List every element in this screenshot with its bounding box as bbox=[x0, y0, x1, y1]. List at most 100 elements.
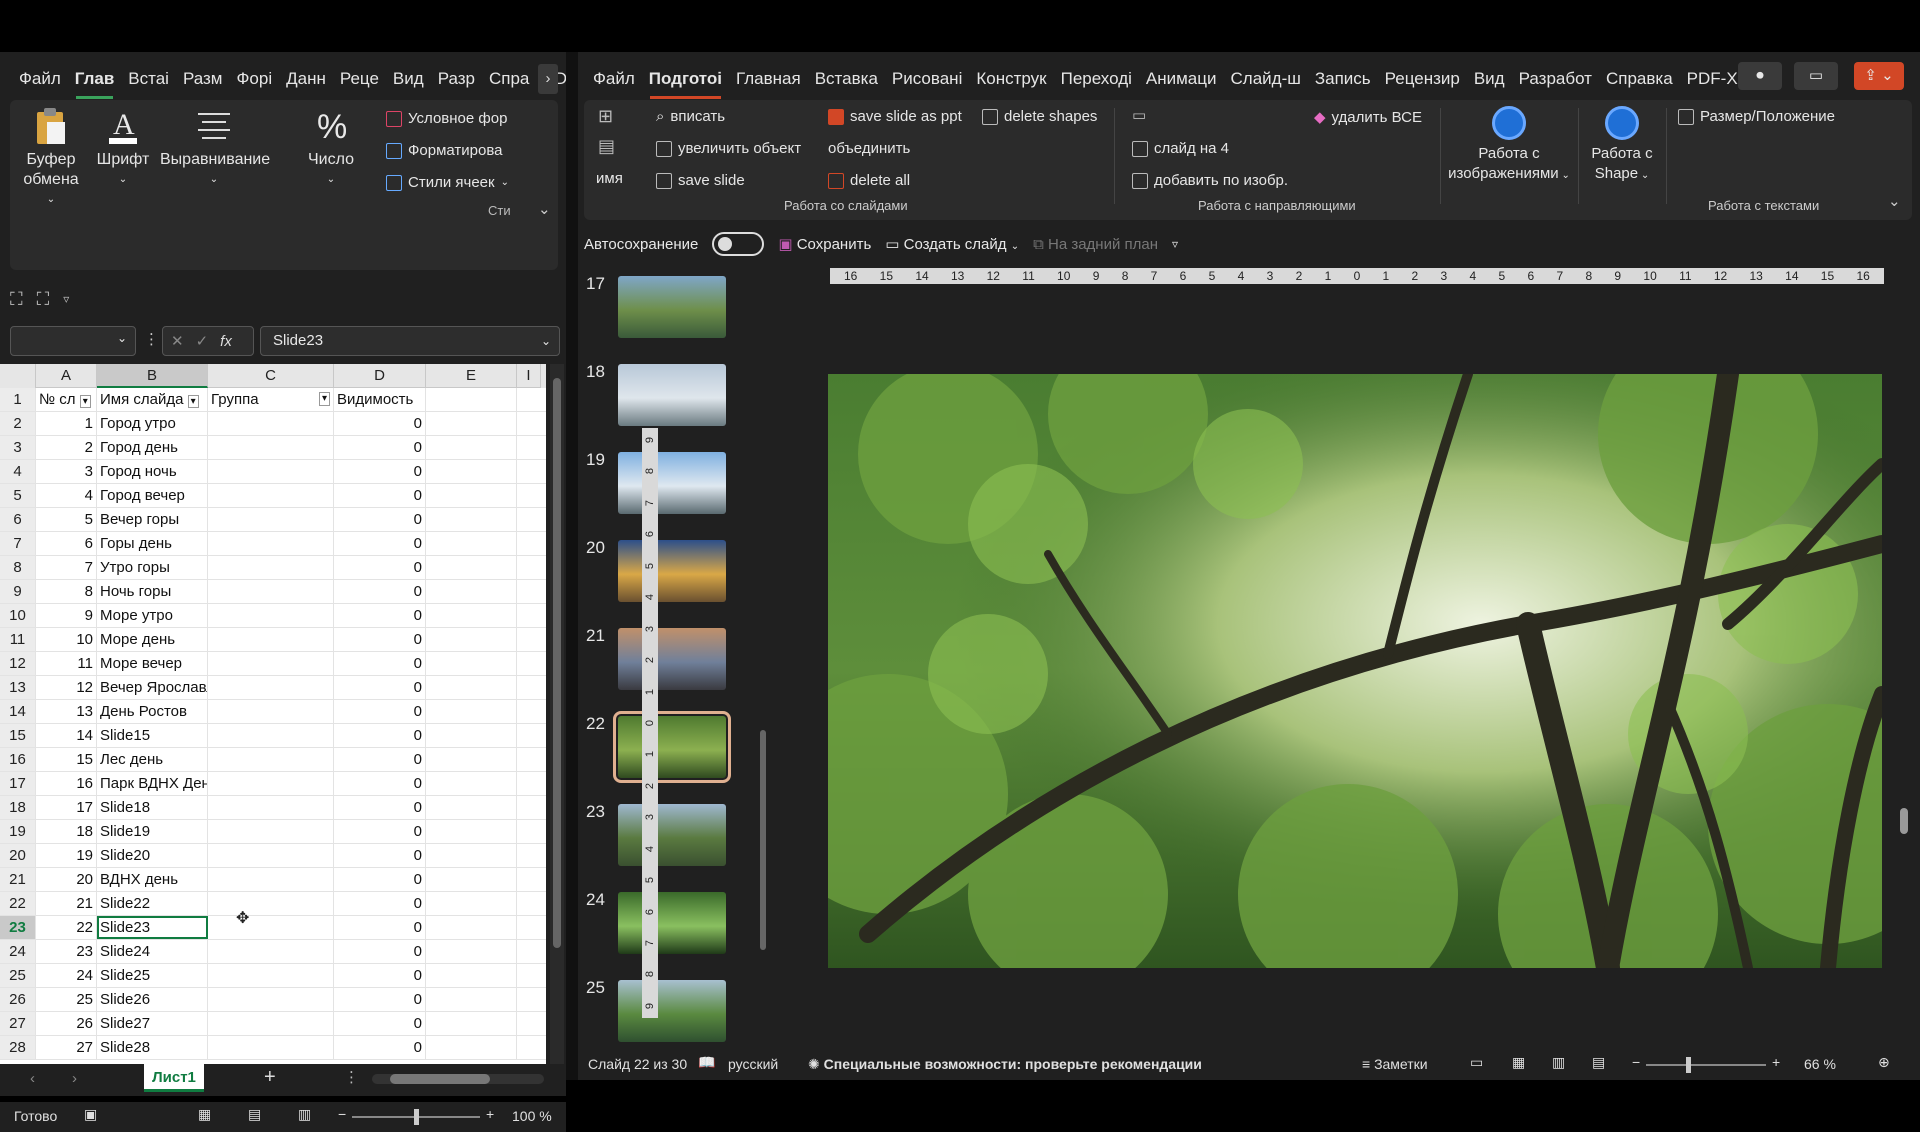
zoom-thumb[interactable] bbox=[1686, 1057, 1691, 1073]
scroll-thumb[interactable] bbox=[1900, 808, 1908, 834]
save-slide-button[interactable]: save slide bbox=[656, 172, 745, 189]
slide-thumbnail[interactable] bbox=[618, 276, 726, 338]
cell-name[interactable]: Город утро bbox=[97, 412, 208, 435]
cell[interactable] bbox=[426, 796, 517, 819]
cell-number[interactable]: 21 bbox=[36, 892, 97, 915]
cell[interactable] bbox=[426, 508, 517, 531]
ppt-tab[interactable]: Анимаци bbox=[1139, 69, 1224, 89]
cell[interactable] bbox=[426, 532, 517, 555]
cell-visibility[interactable]: 0 bbox=[334, 796, 426, 819]
merge-button[interactable]: объединить bbox=[828, 140, 910, 157]
cell[interactable] bbox=[426, 1012, 517, 1035]
cell[interactable] bbox=[426, 988, 517, 1011]
ppt-tab[interactable]: Справка bbox=[1599, 69, 1680, 89]
cell-group[interactable] bbox=[208, 580, 334, 603]
cell-visibility[interactable]: 0 bbox=[334, 964, 426, 987]
column-header-i[interactable]: I bbox=[517, 364, 541, 388]
ppt-tab[interactable]: Вставка bbox=[808, 69, 885, 89]
save-slide-ppt-button[interactable]: save slide as ppt bbox=[828, 108, 962, 125]
cell-group[interactable] bbox=[208, 460, 334, 483]
row-number[interactable]: 26 bbox=[0, 988, 36, 1011]
slide-on-4-button[interactable]: слайд на 4 bbox=[1132, 140, 1229, 157]
cell[interactable] bbox=[426, 1036, 517, 1059]
column-header-a[interactable]: A bbox=[36, 364, 97, 388]
row-number[interactable]: 17 bbox=[0, 772, 36, 795]
cell-visibility[interactable]: 0 bbox=[334, 1036, 426, 1059]
customize-qat-icon[interactable]: ▿ bbox=[1172, 237, 1178, 251]
cell-group[interactable] bbox=[208, 628, 334, 651]
cell-number[interactable]: 10 bbox=[36, 628, 97, 651]
slide-thumbnail[interactable] bbox=[613, 711, 731, 783]
formula-input[interactable]: Slide23 ⌄ bbox=[260, 326, 560, 356]
cell[interactable] bbox=[426, 580, 517, 603]
cell-number[interactable]: 27 bbox=[36, 1036, 97, 1059]
page-break-icon[interactable]: ▥ bbox=[298, 1106, 311, 1123]
cell-visibility[interactable]: 0 bbox=[334, 532, 426, 555]
cell[interactable] bbox=[426, 556, 517, 579]
size-position-button[interactable]: Размер/Положение bbox=[1678, 108, 1835, 125]
cell-visibility[interactable]: 0 bbox=[334, 700, 426, 723]
cell-group[interactable] bbox=[208, 916, 334, 939]
sheet-tab-list1[interactable]: Лист1 bbox=[144, 1064, 204, 1092]
customize-qat-icon[interactable]: ▿ bbox=[63, 292, 69, 306]
row-number[interactable]: 18 bbox=[0, 796, 36, 819]
cell-visibility[interactable]: 0 bbox=[334, 460, 426, 483]
fit-slide-icon[interactable]: ⊕ bbox=[1878, 1054, 1890, 1071]
zoom-thumb[interactable] bbox=[414, 1109, 419, 1125]
row-number[interactable]: 2 bbox=[0, 412, 36, 435]
cell-number[interactable]: 13 bbox=[36, 700, 97, 723]
macro-icon[interactable]: ▣ bbox=[84, 1106, 97, 1123]
org-chart-icon[interactable]: ⛶ bbox=[10, 289, 23, 310]
cell-visibility[interactable]: 0 bbox=[334, 772, 426, 795]
add-by-image-button[interactable]: добавить по изобр. bbox=[1132, 172, 1288, 189]
row-number[interactable]: 28 bbox=[0, 1036, 36, 1059]
slideshow-icon[interactable]: ▤ bbox=[1592, 1054, 1605, 1071]
cell-name[interactable]: Горы день bbox=[97, 532, 208, 555]
cell[interactable] bbox=[426, 724, 517, 747]
cell-name[interactable]: Slide20 bbox=[97, 844, 208, 867]
cell-name[interactable]: Море утро bbox=[97, 604, 208, 627]
row-number[interactable]: 7 bbox=[0, 532, 36, 555]
ppt-tab[interactable]: Рецензир bbox=[1378, 69, 1467, 89]
cell-group[interactable] bbox=[208, 436, 334, 459]
cell-name[interactable]: Вечер горы bbox=[97, 508, 208, 531]
ppt-tab[interactable]: Рисовані bbox=[885, 69, 969, 89]
cell-visibility[interactable]: 0 bbox=[334, 676, 426, 699]
cell-visibility[interactable]: 0 bbox=[334, 988, 426, 1011]
row-number[interactable]: 19 bbox=[0, 820, 36, 843]
panel-icon[interactable]: ▤ bbox=[598, 136, 615, 157]
format-table-button[interactable]: Форматирова bbox=[386, 142, 503, 159]
cell-visibility[interactable]: 0 bbox=[334, 436, 426, 459]
formula-more-icon[interactable]: ⋮ bbox=[144, 330, 159, 348]
excel-tab[interactable]: Встаі bbox=[121, 69, 176, 89]
cell-number[interactable]: 5 bbox=[36, 508, 97, 531]
more-icon[interactable]: ⋮ bbox=[344, 1068, 359, 1086]
cell-name[interactable]: Ночь горы bbox=[97, 580, 208, 603]
cell-number[interactable]: 11 bbox=[36, 652, 97, 675]
slide-thumbnail[interactable] bbox=[618, 892, 726, 954]
cell-number[interactable]: 3 bbox=[36, 460, 97, 483]
cell-number[interactable]: 2 bbox=[36, 436, 97, 459]
cell-number[interactable]: 6 bbox=[36, 532, 97, 555]
name-box[interactable]: ⌄ bbox=[10, 326, 136, 356]
filter-icon[interactable]: ▾ bbox=[318, 392, 330, 406]
tabs-scroll-button[interactable]: › bbox=[538, 64, 558, 94]
cell[interactable] bbox=[426, 652, 517, 675]
cell-group[interactable] bbox=[208, 412, 334, 435]
cell[interactable] bbox=[426, 892, 517, 915]
cell-name[interactable]: Slide24 bbox=[97, 940, 208, 963]
zoom-in-icon[interactable]: + bbox=[486, 1106, 494, 1122]
cell[interactable] bbox=[426, 604, 517, 627]
slide-thumbnail[interactable] bbox=[618, 452, 726, 514]
column-header-d[interactable]: D bbox=[334, 364, 426, 388]
thumb-scrollbar[interactable] bbox=[758, 270, 770, 1050]
row-number[interactable]: 10 bbox=[0, 604, 36, 627]
row-number[interactable]: 16 bbox=[0, 748, 36, 771]
cell-group[interactable] bbox=[208, 652, 334, 675]
save-button[interactable]: ▣ Сохранить bbox=[778, 235, 871, 253]
cell-number[interactable]: 23 bbox=[36, 940, 97, 963]
cell-number[interactable]: 25 bbox=[36, 988, 97, 1011]
slide-thumbnail[interactable] bbox=[618, 364, 726, 426]
cell-number[interactable]: 14 bbox=[36, 724, 97, 747]
excel-tab[interactable]: Спра bbox=[482, 69, 536, 89]
